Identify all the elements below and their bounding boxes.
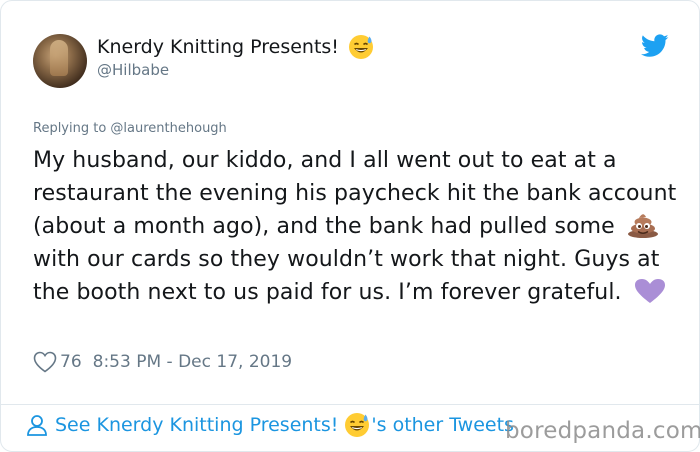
- see-more-suffix[interactable]: 's other Tweets: [371, 414, 514, 436]
- sweat-smile-emoji-icon: [348, 34, 374, 60]
- tweet-text: My husband, our kiddo, and I all went ou…: [33, 144, 683, 309]
- tweet-card: Knerdy Knitting Presents! @Hilbabe Reply…: [0, 0, 700, 452]
- author-avatar[interactable]: [33, 34, 87, 88]
- tweet-meta: 76 8:53 PM - Dec 17, 2019: [33, 351, 292, 373]
- sweat-smile-emoji-icon: [344, 412, 370, 438]
- poop-emoji-icon: [626, 212, 660, 238]
- see-other-tweets-link[interactable]: See Knerdy Knitting Presents! 's other T…: [25, 412, 514, 438]
- tweet-timestamp[interactable]: 8:53 PM - Dec 17, 2019: [93, 352, 292, 372]
- heart-outline-icon[interactable]: [33, 351, 57, 373]
- tweet-text-part-1: My husband, our kiddo, and I all went ou…: [33, 148, 677, 239]
- see-more-prefix[interactable]: See Knerdy Knitting Presents!: [55, 414, 338, 436]
- person-icon: [27, 415, 47, 436]
- twitter-bird-icon[interactable]: [641, 34, 669, 58]
- author-handle[interactable]: @Hilbabe: [97, 61, 169, 79]
- divider: [1, 404, 699, 405]
- replying-to[interactable]: Replying to @laurenthehough: [33, 121, 227, 136]
- purple-heart-emoji-icon: [633, 278, 667, 304]
- tweet-text-part-2: with our cards so they wouldn’t work tha…: [33, 247, 660, 305]
- boredpanda-watermark: boredpanda.com: [505, 418, 700, 444]
- like-count[interactable]: 76: [60, 352, 82, 372]
- author-name[interactable]: Knerdy Knitting Presents!: [97, 36, 339, 58]
- author-name-row[interactable]: Knerdy Knitting Presents!: [97, 34, 374, 60]
